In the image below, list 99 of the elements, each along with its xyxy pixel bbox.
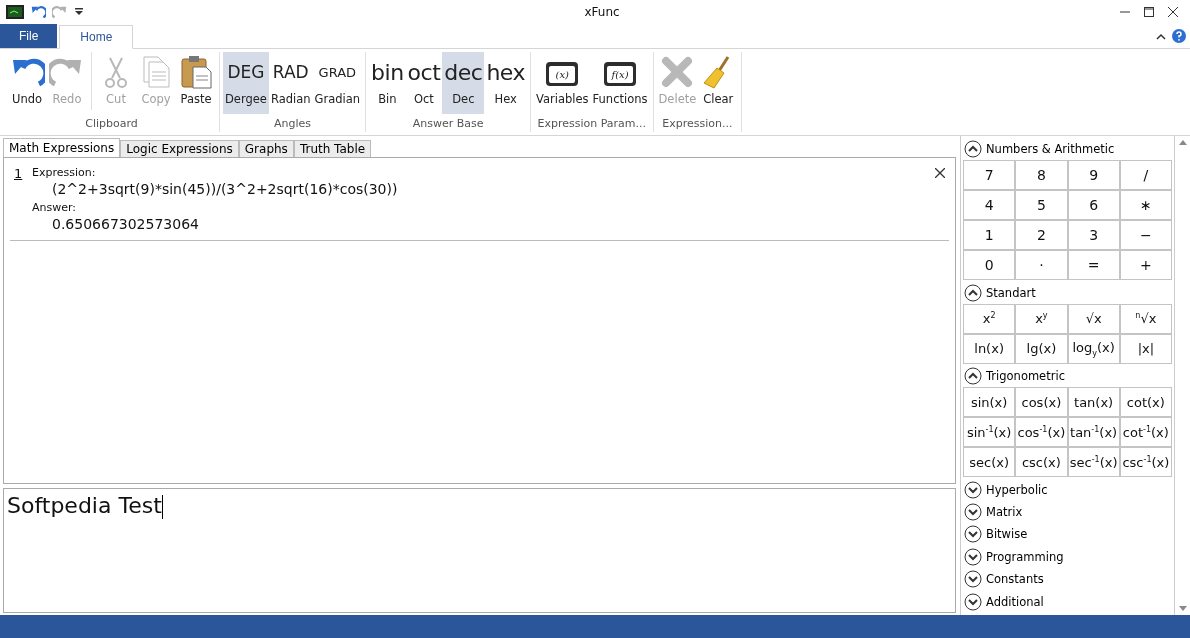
ribbon-button[interactable]: hex Hex	[484, 52, 528, 114]
calculator-key[interactable]: +	[1120, 251, 1171, 280]
calculator-key[interactable]: 4	[964, 191, 1015, 220]
calculator-key[interactable]: 7	[964, 161, 1015, 190]
calculator-key[interactable]: 6	[1068, 191, 1119, 220]
calculator-key[interactable]: ·	[1016, 251, 1067, 280]
functions-icon: f(x)	[604, 62, 637, 86]
expand-icon	[964, 547, 982, 566]
calculator-key[interactable]: lg(x)	[1016, 334, 1067, 363]
ribbon-button[interactable]: dec Dec	[442, 52, 485, 114]
ribbon-tab[interactable]: Home	[59, 25, 134, 49]
group-label: Angles	[273, 117, 313, 132]
calculator-key[interactable]: x$^{2}$	[964, 304, 1015, 333]
ribbon-button[interactable]: Undo	[7, 52, 47, 114]
ribbon-button[interactable]: bin Bin	[369, 52, 406, 114]
calculator-key[interactable]: sin$^{-1}$(x)	[964, 418, 1015, 447]
document-tab[interactable]: Truth Table	[293, 140, 372, 157]
ribbon-button[interactable]: (x) Variables	[534, 52, 591, 114]
maximize-icon[interactable]	[1144, 7, 1154, 17]
group-label: Answer Base	[411, 117, 485, 132]
group-label: Expression...	[661, 117, 734, 132]
answer-text: 0.650667302573064	[51, 215, 200, 234]
ribbon-button[interactable]: RAD Radian	[268, 52, 313, 114]
ribbon-button[interactable]: oct Oct	[405, 52, 443, 114]
calculator-key[interactable]: csc(x)	[1016, 448, 1067, 477]
calculator-key[interactable]: sec(x)	[964, 448, 1015, 477]
calculator-key[interactable]: cot(x)	[1120, 388, 1171, 417]
calculator-key[interactable]: 2	[1016, 221, 1067, 250]
app-icon	[6, 5, 24, 19]
section-header[interactable]: Matrix	[963, 500, 1172, 524]
expand-icon	[964, 570, 982, 589]
expression-label: Expression:	[32, 166, 96, 179]
collapse-icon	[964, 140, 982, 159]
expand-icon	[964, 502, 982, 521]
close-icon[interactable]	[1168, 7, 1178, 17]
calculator-key[interactable]: sec$^{-1}$(x)	[1068, 448, 1119, 477]
calculator-key[interactable]: tan(x)	[1068, 388, 1119, 417]
calculator-key[interactable]: 9	[1068, 161, 1119, 190]
ribbon-button[interactable]: GRAD Gradian	[312, 52, 363, 114]
group-label: Clipboard	[84, 117, 139, 132]
answer-label: Answer:	[32, 201, 77, 214]
section-header[interactable]: Standart	[963, 281, 1172, 304]
section-header[interactable]: Additional	[963, 590, 1172, 613]
help-icon[interactable]	[1172, 29, 1186, 43]
document-tab[interactable]: Graphs	[238, 140, 294, 157]
calculator-key[interactable]: 5	[1016, 191, 1067, 220]
calculator-key[interactable]: −	[1120, 221, 1171, 250]
calculator-key[interactable]: ∗	[1120, 191, 1171, 220]
collapse-icon	[964, 283, 982, 302]
calculator-key[interactable]: 0	[964, 251, 1015, 280]
calculator-key[interactable]: |x|	[1120, 334, 1171, 363]
ribbon-button[interactable]: DEG Dergee	[223, 52, 269, 114]
expression-number: 1	[13, 166, 24, 183]
calculator-key[interactable]: cos(x)	[1016, 388, 1067, 417]
calculator-key[interactable]: 8	[1016, 161, 1067, 190]
undo-icon[interactable]	[30, 4, 46, 20]
input-field[interactable]: Softpedia Test	[3, 488, 956, 613]
section-header[interactable]: Programming	[963, 545, 1172, 569]
section-header[interactable]: Hyperbolic	[963, 478, 1172, 501]
scroll-up-icon[interactable]	[1178, 140, 1187, 145]
ribbon-button[interactable]: Paste	[176, 52, 216, 114]
calculator-key[interactable]: tan$^{-1}$(x)	[1068, 418, 1119, 447]
calculator-key[interactable]: cos$^{-1}$(x)	[1016, 418, 1067, 447]
group-label: Expression Param...	[536, 117, 648, 132]
calculator-key[interactable]: 3	[1068, 221, 1119, 250]
section-header[interactable]: Trigonometric	[963, 364, 1172, 388]
calculator-key[interactable]: sin(x)	[964, 388, 1015, 417]
collapse-icon	[964, 367, 982, 386]
button-label: Functions	[592, 92, 648, 106]
calculator-key[interactable]: csc$^{-1}$(x)	[1120, 448, 1171, 477]
dropdown-icon[interactable]	[74, 7, 84, 17]
section-header[interactable]: Constants	[963, 568, 1172, 591]
calculator-key[interactable]: √x	[1068, 304, 1119, 333]
calculator-key[interactable]: 1	[964, 221, 1015, 250]
variables-icon: (x)	[546, 62, 579, 86]
section-header[interactable]: Bitwise	[963, 523, 1172, 546]
expand-icon	[964, 592, 982, 611]
file-tab[interactable]: File	[0, 24, 58, 48]
document-tab[interactable]: Math Expressions	[3, 138, 121, 157]
calculator-key[interactable]: $^{n}$√x	[1120, 304, 1171, 333]
calculator-key[interactable]: cot$^{-1}$(x)	[1120, 418, 1171, 447]
close-icon[interactable]	[935, 168, 945, 178]
section-header[interactable]: Numbers & Arithmetic	[963, 138, 1172, 161]
collapse-ribbon-icon[interactable]	[1156, 32, 1166, 40]
ribbon-button[interactable]: Clear	[698, 52, 739, 114]
calculator-key[interactable]: =	[1068, 251, 1119, 280]
ribbon-button[interactable]: f(x) Functions	[590, 52, 650, 114]
expand-icon	[964, 525, 982, 544]
button-label: Variables	[536, 92, 589, 106]
scroll-down-icon[interactable]	[1178, 606, 1187, 611]
window-title: xFunc	[583, 5, 621, 19]
scrollbar[interactable]	[1174, 136, 1190, 615]
document-tab[interactable]: Logic Expressions	[120, 140, 239, 157]
calculator-key[interactable]: log$_{y}$(x)	[1068, 334, 1119, 363]
calculator-key[interactable]: /	[1120, 161, 1171, 190]
expand-icon	[964, 480, 982, 499]
calculator-key[interactable]: ln(x)	[964, 334, 1015, 363]
expression-text: (2^2+3sqrt(9)*sin(45))/(3^2+2sqrt(16)*cos(30))	[51, 180, 399, 199]
calculator-key[interactable]: x$^{y}$	[1016, 304, 1067, 333]
